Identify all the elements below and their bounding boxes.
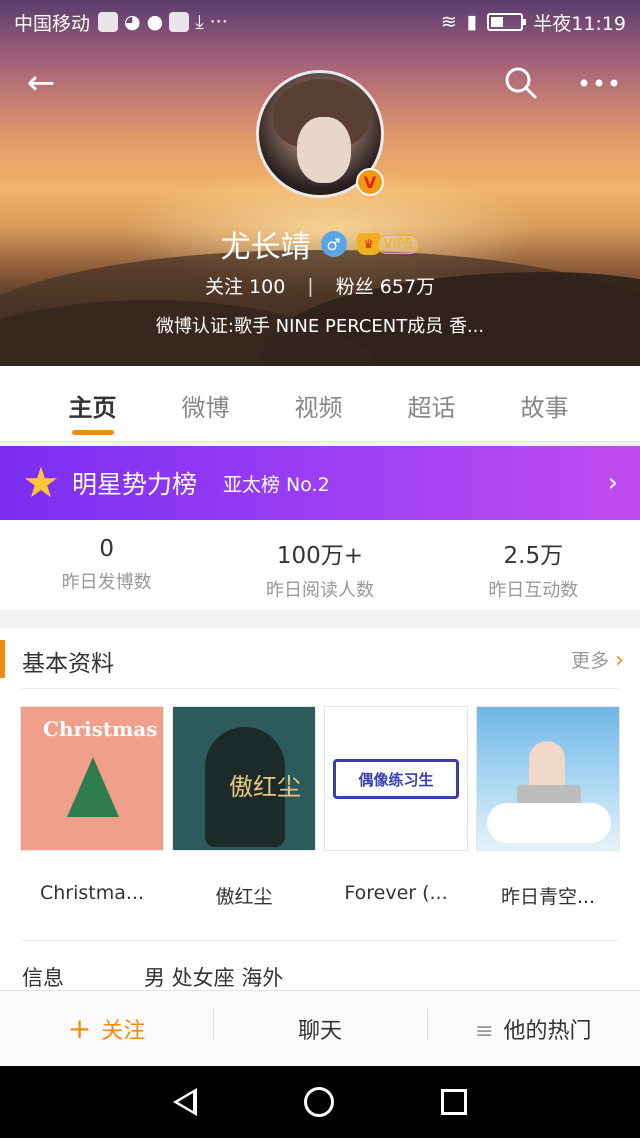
status-bar: 中国移动 ◕ ● ⤓ ··· ≋ ▮ 半夜11:19 [0,0,640,44]
verified-badge: V [356,168,384,196]
banner-rank: 亚太榜 No.2 [223,473,330,496]
album-covers: Christmas 傲红尘 偶像练习生 [20,706,620,851]
followers-count: 657万 [379,276,436,298]
profile-tabs: 主页 微博 视频 超话 故事 [0,366,640,442]
daily-stats: 0 昨日发博数 100万+ 昨日阅读人数 2.5万 昨日互动数 [0,520,640,610]
info-value: 男 处女座 海外 [144,966,284,990]
stat-readers: 100万+ 昨日阅读人数 [213,520,426,610]
name-row: 尤长靖 ♂ ♛ VIP5 [0,222,640,266]
divider [22,940,618,941]
profile-name: 尤长靖 [220,230,311,265]
profile-action-bar: + 关注 聊天 ≡ 他的热门 [0,990,640,1066]
wechat-icon: ◕ [124,11,141,33]
vip-label: VIP5 [376,234,420,254]
chevron-right-icon: › [607,468,618,498]
clock: 半夜11:19 [533,12,626,35]
section-accent-bar [0,640,5,678]
shield-icon [98,12,119,32]
notification-icons: ◕ ● ⤓ ··· [98,11,228,33]
tree-icon [67,757,119,817]
stat-label: 昨日阅读人数 [265,580,374,601]
album-cover-forever[interactable]: 偶像练习生 [324,706,468,851]
chevron-right-icon: › [615,648,624,673]
more-icon[interactable] [574,58,624,108]
male-icon: ♂ [320,231,347,257]
album-cover-ao-hong-chen[interactable]: 傲红尘 [172,706,316,851]
follow-counts: 关注 100 | 粉丝 657万 [0,272,640,299]
star-icon: ★ [22,458,60,507]
signal-icon: ▮ [466,11,478,33]
stat-label: 昨日发博数 [61,572,152,593]
list-icon: ≡ [475,1018,494,1044]
album-art-text: Christmas [43,717,158,741]
avatar-face [297,117,351,183]
banner-title: 明星势力榜 [72,470,198,499]
back-triangle-icon[interactable] [173,1088,198,1116]
verification-text[interactable]: 微博认证:歌手 NINE PERCENT成员 香... [0,312,640,338]
idol-producer-logo: 偶像练习生 [333,759,459,799]
album-label[interactable]: Christma... [20,882,164,909]
chat-button[interactable]: 聊天 [213,1008,426,1045]
chat-label: 聊天 [297,1018,342,1044]
plus-icon: + [67,1012,92,1045]
profile-header: 中国移动 ◕ ● ⤓ ··· ≋ ▮ 半夜11:19 ← V 尤长靖 ♂ ♛ V… [0,0,640,366]
stat-interactions: 2.5万 昨日互动数 [427,520,640,610]
follow-label: 关注 [101,1019,146,1044]
album-label[interactable]: 傲红尘 [172,882,316,909]
vip-badge[interactable]: ♛ VIP5 [356,233,420,255]
recent-apps-icon[interactable] [440,1089,467,1115]
stat-value: 2.5万 [503,543,564,569]
more-link[interactable]: 更多 › [571,646,624,673]
basic-info-card: 基本资料 更多 › Christmas 傲红尘 偶像练习生 Christma...… [0,628,640,990]
more-label: 更多 [571,650,610,672]
home-circle-icon[interactable] [303,1087,334,1117]
album-label[interactable]: 昨日青空... [476,882,620,909]
followers-label: 粉丝 [335,276,374,298]
carrier-name: 中国移动 [14,12,91,35]
following-link[interactable]: 关注 100 [205,272,285,299]
battery-icon [487,13,527,31]
divider: | [307,274,314,297]
followers-link[interactable]: 粉丝 657万 [336,272,435,299]
system-nav-bar [0,1066,640,1138]
wifi-icon: ≋ [440,11,457,33]
tab-weibo[interactable]: 微博 [149,366,262,441]
following-label: 关注 [204,276,243,298]
stat-posts: 0 昨日发博数 [0,520,213,610]
tab-home[interactable]: 主页 [36,366,149,441]
album-art-text: 傲红尘 [229,773,301,801]
hot-posts-button[interactable]: ≡ 他的热门 [426,1008,640,1045]
stat-label: 昨日互动数 [488,580,579,601]
album-cover-christmas[interactable]: Christmas [20,706,164,851]
download-icon: ⤓ [195,11,204,33]
chat-icon: ● [146,11,164,33]
album-labels: Christma... 傲红尘 Forever (... 昨日青空... [20,882,620,909]
stat-value: 100万+ [276,543,364,569]
album-cover-zuori-qingkong[interactable] [476,706,620,851]
album-label[interactable]: Forever (... [324,882,468,909]
tab-super-topic[interactable]: 超话 [375,366,488,441]
section-heading: 基本资料 [22,651,114,677]
back-arrow-icon[interactable]: ← [16,58,66,108]
divider [22,688,618,689]
cloud-icon [487,803,611,843]
follow-button[interactable]: + 关注 [0,1012,213,1045]
more-dots-icon: ··· [209,11,228,33]
stat-value: 0 [99,536,114,562]
info-key: 信息 [22,966,64,990]
following-count: 100 [249,276,286,298]
hot-label: 他的热门 [503,1018,592,1044]
baidu-icon [169,12,190,32]
search-icon[interactable] [496,58,546,108]
tab-stories[interactable]: 故事 [488,366,601,441]
tab-video[interactable]: 视频 [262,366,375,441]
star-ranking-banner[interactable]: ★ 明星势力榜 亚太榜 No.2 › [0,446,640,520]
